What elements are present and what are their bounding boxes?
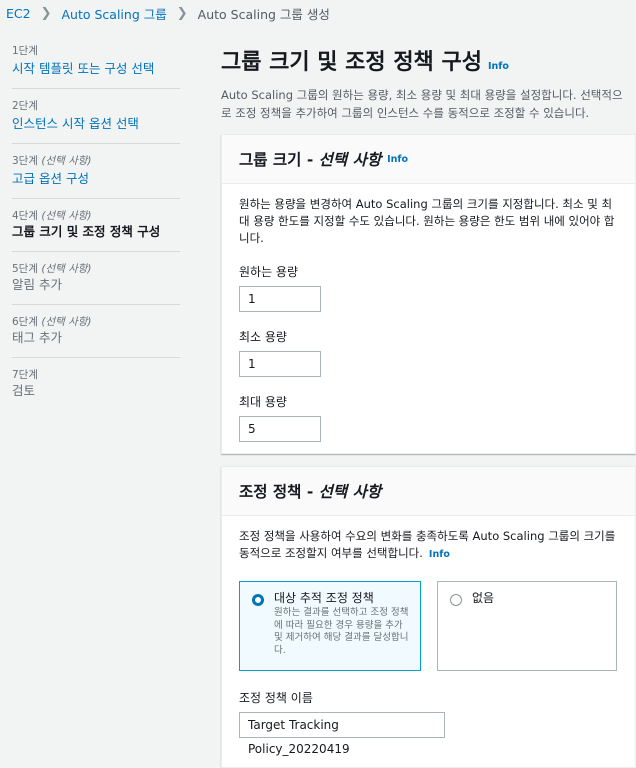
- max-capacity-label: 최대 용량: [239, 395, 287, 409]
- chevron-right-icon: ❯: [176, 6, 188, 21]
- target-tracking-label: 대상 추적 조정 정책: [274, 591, 374, 605]
- step-number: 2단계: [12, 100, 39, 112]
- policy-name-label: 조정 정책 이름: [239, 691, 313, 705]
- group-size-help: 원하는 용량을 변경하여 Auto Scaling 그룹의 크기를 지정합니다.…: [239, 197, 615, 245]
- step-5: 5단계 (선택 사항) 알림 추가: [12, 262, 180, 305]
- page-description: Auto Scaling 그룹의 원하는 용량, 최소 용량 및 최대 용량을 …: [221, 88, 623, 120]
- step-number: 3단계 (선택 사항): [12, 155, 92, 167]
- min-capacity-input[interactable]: 1: [239, 351, 321, 377]
- step-link-launch-options[interactable]: 인스턴스 시작 옵션 선택: [12, 116, 139, 131]
- step-3: 3단계 (선택 사항) 고급 옵션 구성: [12, 154, 180, 199]
- scaling-policy-title: 조정 정책 - 선택 사항: [239, 483, 382, 501]
- radio-selected-icon[interactable]: [252, 594, 264, 606]
- step-link-choose-template[interactable]: 시작 템플릿 또는 구성 선택: [12, 61, 154, 76]
- scaling-policy-help: 조정 정책을 사용하여 수요의 변화를 충족하도록 Auto Scaling 그…: [239, 529, 616, 560]
- breadcrumb-current: Auto Scaling 그룹 생성: [197, 7, 330, 22]
- desired-capacity-label: 원하는 용량: [239, 265, 299, 279]
- page-info-link[interactable]: Info: [488, 61, 509, 72]
- step-number: 4단계 (선택 사항): [12, 210, 92, 222]
- step-tags: 태그 추가: [12, 330, 62, 345]
- step-2: 2단계 인스턴스 시작 옵션 선택: [12, 99, 180, 144]
- target-tracking-option[interactable]: 대상 추적 조정 정책 원하는 결과를 선택하고 조정 정책에 따라 필요한 경…: [239, 581, 421, 671]
- step-7: 7단계 검토: [12, 368, 180, 410]
- scaling-policy-options: 대상 추적 조정 정책 원하는 결과를 선택하고 조정 정책에 따라 필요한 경…: [239, 581, 618, 671]
- none-label: 없음: [472, 591, 495, 605]
- desired-capacity-input[interactable]: 1: [239, 286, 321, 312]
- group-size-header: 그룹 크기 - 선택 사항 Info: [222, 135, 635, 184]
- step-link-advanced-options[interactable]: 고급 옵션 구성: [12, 171, 89, 186]
- group-size-info-link[interactable]: Info: [387, 154, 408, 165]
- scaling-policy-header: 조정 정책 - 선택 사항: [222, 467, 635, 516]
- policy-name-input[interactable]: Target Tracking Policy_20220419: [239, 712, 445, 756]
- step-number: 5단계 (선택 사항): [12, 263, 92, 275]
- page-title: 그룹 크기 및 조정 정책 구성 Info: [221, 50, 509, 75]
- step-review: 검토: [12, 383, 36, 398]
- none-option[interactable]: 없음: [437, 581, 617, 671]
- chevron-right-icon: ❯: [40, 6, 52, 21]
- step-4: 4단계 (선택 사항) 그룹 크기 및 조정 정책 구성: [12, 209, 180, 252]
- breadcrumb-auto-scaling-groups[interactable]: Auto Scaling 그룹: [62, 4, 167, 23]
- step-6: 6단계 (선택 사항) 태그 추가: [12, 315, 180, 358]
- step-1: 1단계 시작 템플릿 또는 구성 선택: [12, 44, 180, 89]
- step-number: 1단계: [12, 45, 39, 57]
- min-capacity-label: 최소 용량: [239, 330, 287, 344]
- step-current-group-size: 그룹 크기 및 조정 정책 구성: [12, 224, 161, 239]
- breadcrumb-ec2[interactable]: EC2: [6, 6, 31, 21]
- scaling-policy-panel: 조정 정책 - 선택 사항 조정 정책을 사용하여 수요의 변화를 충족하도록 …: [221, 466, 636, 768]
- wizard-steps: 1단계 시작 템플릿 또는 구성 선택 2단계 인스턴스 시작 옵션 선택 3단…: [12, 44, 180, 420]
- target-tracking-desc: 원하는 결과를 선택하고 조정 정책에 따라 필요한 경우 용량을 추가 및 제…: [274, 607, 409, 656]
- breadcrumb: EC2 ❯ Auto Scaling 그룹 ❯ Auto Scaling 그룹 …: [6, 4, 330, 23]
- step-number: 7단계: [12, 369, 39, 381]
- step-number: 6단계 (선택 사항): [12, 316, 92, 328]
- step-notifications: 알림 추가: [12, 277, 62, 292]
- radio-unselected-icon[interactable]: [450, 594, 462, 606]
- scaling-policy-info-link[interactable]: Info: [429, 549, 450, 560]
- group-size-title: 그룹 크기 - 선택 사항: [239, 151, 382, 169]
- group-size-panel: 그룹 크기 - 선택 사항 Info 원하는 용량을 변경하여 Auto Sca…: [221, 134, 636, 454]
- max-capacity-input[interactable]: 5: [239, 416, 321, 442]
